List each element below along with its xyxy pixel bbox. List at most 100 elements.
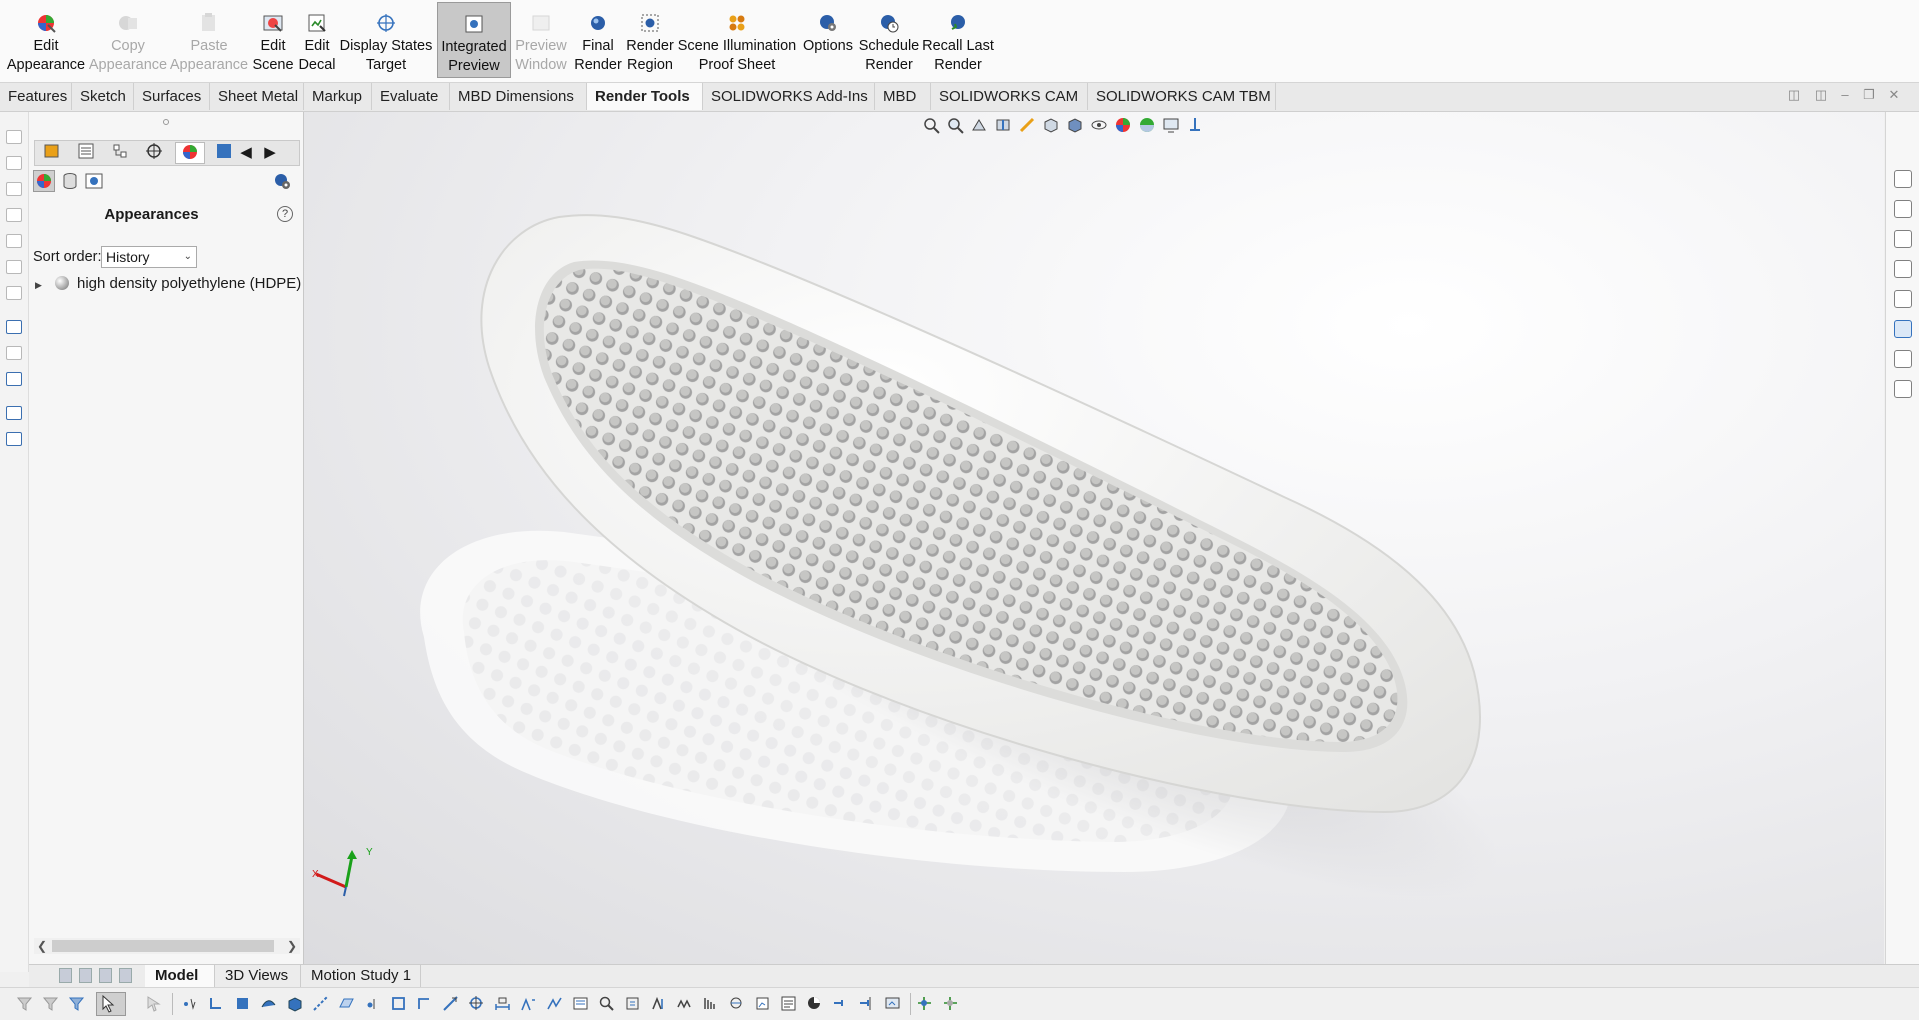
filter-axes-icon[interactable] [312, 995, 329, 1012]
pane-tab-dimxpert[interactable] [139, 142, 169, 164]
filter-midpoints-icon[interactable] [416, 995, 433, 1012]
preview-window-button[interactable]: Preview Window [513, 2, 569, 78]
select-tool-icon[interactable] [6, 320, 22, 334]
previous-tab-icon[interactable] [79, 968, 92, 983]
filter-all-icon[interactable] [916, 995, 933, 1012]
pane-tab-display-manager[interactable] [175, 142, 205, 164]
minimize-icon[interactable]: – [1838, 88, 1852, 102]
restore-icon[interactable]: ❐ [1862, 88, 1876, 102]
tab-solidworks-add-ins[interactable]: SOLIDWORKS Add-Ins [703, 83, 875, 110]
tile-left-icon[interactable]: ◫ [1787, 88, 1801, 102]
tab-motion-study-1[interactable]: Motion Study 1 [301, 965, 421, 987]
filter-icon[interactable] [16, 995, 33, 1012]
solidworks-resources-icon[interactable] [1894, 170, 1912, 188]
filter-dowel-pins-icon[interactable] [728, 995, 745, 1012]
paste-tool-icon[interactable] [6, 432, 22, 446]
view-palette-icon[interactable] [1894, 290, 1912, 308]
edit-appearance-button[interactable]: Edit Appearance [6, 2, 86, 78]
paste-appearance-button[interactable]: Paste Appearance [169, 2, 249, 78]
display-states-target-button[interactable]: Display States Target [340, 2, 432, 78]
final-render-button[interactable]: Final Render [574, 2, 622, 78]
filter-datum-features-icon[interactable] [598, 995, 615, 1012]
home-icon[interactable] [1894, 200, 1912, 218]
sketch-tool-icon[interactable] [6, 260, 22, 274]
sketch-tool-icon[interactable] [6, 156, 22, 170]
filter-mesh-facets-icon[interactable] [806, 995, 823, 1012]
tab-solidworks-cam[interactable]: SOLIDWORKS CAM [931, 83, 1088, 110]
close-icon[interactable]: ✕ [1887, 88, 1901, 102]
filter-faces-icon[interactable] [234, 995, 251, 1012]
schedule-render-button[interactable]: Schedule Render [859, 2, 919, 78]
first-tab-icon[interactable] [59, 968, 72, 983]
expand-icon[interactable]: ▶ [35, 275, 45, 294]
tile-right-icon[interactable]: ◫ [1814, 88, 1828, 102]
filter-sketch-points-icon[interactable] [364, 995, 381, 1012]
edit-scene-button[interactable]: Edit Scene [251, 2, 295, 78]
appearances-view-button[interactable] [33, 170, 55, 192]
filter-mesh-edges-icon[interactable] [832, 995, 849, 1012]
copy-appearance-button[interactable]: Copy Appearance [88, 2, 168, 78]
tab-sketch[interactable]: Sketch [72, 83, 134, 110]
decals-view-button[interactable] [61, 172, 79, 190]
horizontal-scrollbar[interactable]: ❮ ❯ [34, 938, 300, 954]
filter-center-marks-icon[interactable] [442, 995, 459, 1012]
filter-clear-icon[interactable] [68, 995, 85, 1012]
filter-none-icon[interactable] [942, 995, 959, 1012]
tab-3d-views[interactable]: 3D Views [215, 965, 301, 987]
file-explorer-icon[interactable] [1894, 260, 1912, 278]
filter-datum-targets-icon[interactable] [650, 995, 667, 1012]
pane-tab-feature-tree[interactable] [37, 142, 67, 164]
next-tab-icon[interactable] [99, 968, 112, 983]
pane-grip[interactable] [163, 119, 169, 125]
sketch-tool-icon[interactable] [6, 182, 22, 196]
sort-order-select[interactable]: History ⌄ [101, 246, 197, 268]
tab-mbd-dimensions[interactable]: MBD Dimensions [450, 83, 587, 110]
select-pointer-button[interactable] [96, 992, 126, 1016]
tree-item-appearance[interactable]: ▶ high density polyethylene (HDPE) [35, 274, 303, 294]
recall-last-render-button[interactable]: Recall Last Render [922, 2, 994, 78]
tab-model[interactable]: Model [145, 965, 215, 987]
edit-decal-button[interactable]: Edit Decal [297, 2, 337, 78]
design-library-icon[interactable] [1894, 230, 1912, 248]
tab-features[interactable]: Features [0, 83, 72, 110]
render-region-button[interactable]: Render Region [625, 2, 675, 78]
filter-centerline-icon[interactable] [468, 995, 485, 1012]
select-over-geometry-icon[interactable] [146, 995, 163, 1012]
filter-planes-icon[interactable] [338, 995, 355, 1012]
last-tab-icon[interactable] [119, 968, 132, 983]
filter-weld-symbols-icon[interactable] [624, 995, 641, 1012]
integrated-preview-button[interactable]: Integrated Preview [437, 2, 511, 78]
tab-mbd[interactable]: MBD [875, 83, 931, 110]
sketch-tool-icon[interactable] [6, 208, 22, 222]
filter-blocks-icon[interactable] [702, 995, 719, 1012]
tab-render-tools[interactable]: Render Tools [587, 83, 703, 110]
sketch-tool-icon[interactable] [6, 130, 22, 144]
filter-mesh-vertices-icon[interactable] [858, 995, 875, 1012]
filter-surface-finish-icon[interactable] [520, 995, 537, 1012]
sketch-tool-icon[interactable] [6, 286, 22, 300]
help-icon[interactable]: ? [277, 206, 293, 222]
filter-toggle-icon[interactable] [42, 995, 59, 1012]
tab-markup[interactable]: Markup [304, 83, 372, 110]
edit-tool-icon[interactable] [6, 346, 22, 360]
pane-scroll-right[interactable]: ▶ [261, 142, 279, 164]
copy-tool-icon[interactable] [6, 406, 22, 420]
custom-properties-icon[interactable] [1894, 350, 1912, 368]
scroll-right-arrow[interactable]: ❯ [287, 938, 297, 954]
pane-tab-configuration-manager[interactable] [105, 142, 135, 164]
filter-dimensions-icon[interactable] [494, 995, 511, 1012]
filter-sketch-segments-icon[interactable] [390, 995, 407, 1012]
filter-vertices-icon[interactable] [182, 995, 199, 1012]
filter-cosmetic-threads-icon[interactable] [676, 995, 693, 1012]
filter-graphics-mesh-icon[interactable] [884, 995, 901, 1012]
scene-view-button[interactable] [85, 172, 103, 190]
pane-scroll-left[interactable]: ◀ [237, 142, 255, 164]
tab-sheet-metal[interactable]: Sheet Metal [210, 83, 304, 110]
appearances-scenes-decals-icon[interactable] [1894, 320, 1912, 338]
tab-solidworks-cam-tbm[interactable]: SOLIDWORKS CAM TBM [1088, 83, 1276, 110]
tab-surfaces[interactable]: Surfaces [134, 83, 210, 110]
filter-notes-icon[interactable] [572, 995, 589, 1012]
tab-evaluate[interactable]: Evaluate [372, 83, 450, 110]
graphics-area[interactable]: X Y [304, 112, 1884, 964]
pane-tab-property-manager[interactable] [71, 142, 101, 164]
